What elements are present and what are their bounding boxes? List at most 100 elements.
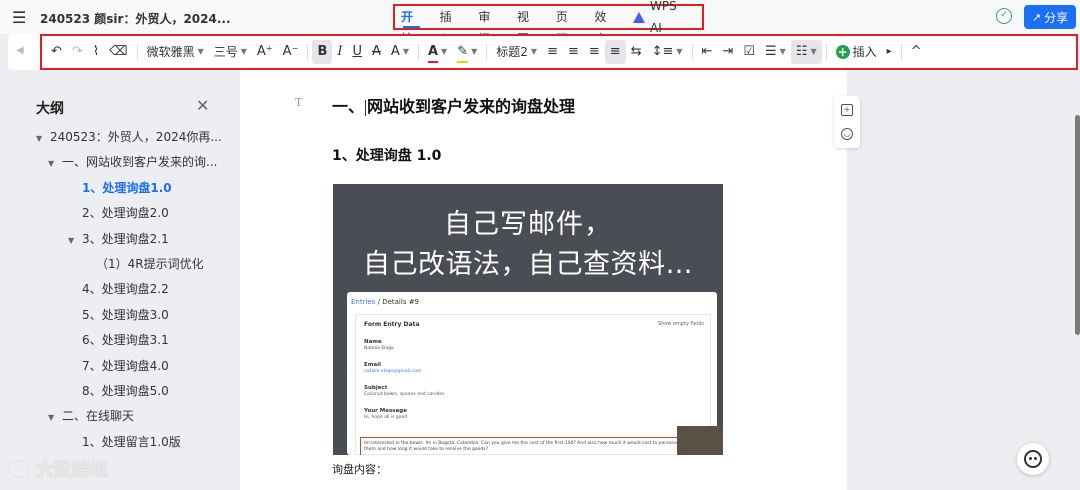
- outline-item[interactable]: ▼ 3、处理询盘2.1: [68, 230, 169, 248]
- tab-insert[interactable]: 插入: [440, 6, 461, 46]
- strikethrough-button[interactable]: A: [367, 40, 386, 64]
- bullet-list-button[interactable]: ☰ ▼: [760, 40, 791, 64]
- outline-item[interactable]: 4、处理询盘2.2: [82, 280, 169, 298]
- align-right-button[interactable]: ≡: [584, 40, 605, 64]
- watermark-logo-icon: [8, 460, 30, 478]
- body-paragraph[interactable]: 询盘内容：: [332, 461, 387, 477]
- heading-1[interactable]: 一、 网站收到客户发来的询盘处理: [332, 93, 575, 117]
- outline-item[interactable]: 7、处理询盘4.0: [82, 357, 169, 375]
- add-comment-icon[interactable]: +: [841, 104, 853, 116]
- italic-button[interactable]: I: [332, 40, 347, 64]
- outline-item[interactable]: 2、处理询盘2.0: [82, 204, 169, 222]
- align-left-button[interactable]: ≡: [542, 40, 563, 64]
- distribute-button[interactable]: ⇆: [626, 40, 647, 64]
- format-painter-button[interactable]: ⌇: [88, 40, 104, 64]
- redo-button[interactable]: ↷: [67, 40, 88, 64]
- document-title[interactable]: 240523 颜sir：外贸人，2024...: [40, 10, 231, 27]
- field-value: Coconut bowls, spoons and candles: [364, 392, 445, 397]
- text-cursor: [365, 99, 367, 116]
- outline-item[interactable]: 5、处理询盘3.0: [82, 306, 169, 324]
- field-label: Your Message: [364, 408, 407, 414]
- line-spacing-button[interactable]: ↕≡ ▼: [647, 40, 688, 64]
- outline-item-label: 二、在线聊天: [62, 409, 135, 424]
- tab-wps-ai[interactable]: WPS AI: [633, 0, 684, 35]
- expand-triangle-icon[interactable]: ▼: [48, 155, 56, 173]
- chevron-down-icon: ▼: [240, 47, 247, 56]
- outline-item[interactable]: （1）4R提示词优化: [96, 255, 204, 273]
- formatting-toolbar: ↶ ↷ ⌇ ⌫ 微软雅黑 ▼ 三号 ▼ A⁺ A⁻ B I U A A ▼ A ▼ ✎ ▼…: [40, 34, 1078, 70]
- image-headline-1: 自己写邮件，: [444, 209, 612, 240]
- assistant-icon[interactable]: [1017, 443, 1049, 475]
- outline-item[interactable]: 1、处理询盘1.0: [82, 179, 172, 197]
- tab-review[interactable]: 审阅: [478, 6, 499, 46]
- menu-icon[interactable]: ☰: [12, 8, 26, 27]
- chevron-down-icon: ▼: [810, 47, 817, 56]
- outline-item-label: 7、处理询盘4.0: [82, 358, 169, 373]
- vertical-scrollbar[interactable]: [1075, 115, 1080, 335]
- scroll-left-icon[interactable]: ◀: [16, 45, 24, 56]
- outline-item[interactable]: ▼ 240523：外贸人，2024你再...: [36, 128, 222, 146]
- text-effect-button[interactable]: A ▼: [386, 40, 414, 64]
- tab-view[interactable]: 视图: [517, 6, 538, 46]
- chevron-down-icon: ▼: [530, 47, 538, 56]
- field-label: Email: [364, 362, 381, 368]
- outdent-button[interactable]: ⇤: [697, 40, 718, 64]
- expand-triangle-icon[interactable]: ▼: [68, 232, 76, 250]
- outline-item-label: 一、网站收到客户发来的询...: [62, 155, 218, 170]
- undo-button[interactable]: ↶: [46, 40, 67, 64]
- checkbox-list-button[interactable]: ☑: [738, 40, 760, 64]
- toolbar-divider: [825, 44, 827, 60]
- justify-button[interactable]: ≡: [604, 40, 626, 64]
- outline-item[interactable]: 8、处理询盘5.0: [82, 382, 169, 400]
- outline-panel: 大纲 ✕ ▼ 240523：外贸人，2024你再... ▼ 一、网站收到客户发来的询.…: [0, 86, 238, 490]
- style-select[interactable]: 标题2 ▼: [491, 40, 542, 64]
- font-family-select[interactable]: 微软雅黑 ▼: [142, 40, 209, 64]
- tab-page[interactable]: 页面: [556, 6, 577, 46]
- bold-button[interactable]: B: [312, 40, 333, 64]
- expand-triangle-icon[interactable]: ▼: [36, 130, 44, 148]
- highlighter-icon: ✎: [457, 40, 468, 64]
- main-tab-bar: 开始 插入 审阅 视图 页面 效率 WPS AI: [393, 0, 704, 46]
- outline-item-label: 240523：外贸人，2024你再...: [50, 130, 222, 144]
- expand-triangle-icon[interactable]: ▼: [48, 409, 56, 427]
- font-size-select[interactable]: 三号 ▼: [209, 40, 252, 64]
- outline-item[interactable]: 6、处理询盘3.1: [82, 331, 169, 349]
- underline-button[interactable]: U: [348, 40, 368, 64]
- emoji-icon[interactable]: ◡: [841, 128, 853, 140]
- outline-item-label: 3、处理询盘2.1: [82, 231, 169, 246]
- embedded-image[interactable]: 自己写邮件， 自己改语法，自己查资料… Entries / Details #9…: [333, 184, 723, 455]
- text-style-icon[interactable]: T: [295, 96, 302, 109]
- share-button[interactable]: ↗ 分享: [1024, 5, 1076, 29]
- outline-item-label: 4、处理询盘2.2: [82, 282, 169, 297]
- close-icon[interactable]: ✕: [196, 96, 209, 115]
- tab-home[interactable]: 开始: [401, 6, 422, 46]
- numbered-list-button[interactable]: ☷ ▼: [790, 40, 822, 64]
- outline-title: 大纲: [36, 101, 64, 117]
- chevron-down-icon: ▼: [779, 47, 786, 56]
- font-color-button[interactable]: A ▼: [423, 40, 452, 64]
- heading-2[interactable]: 1、处理询盘 1.0: [332, 145, 441, 165]
- clear-format-button[interactable]: ⌫: [104, 40, 132, 64]
- collapse-ribbon-button[interactable]: ^: [906, 40, 927, 64]
- tab-efficiency[interactable]: 效率: [594, 6, 615, 46]
- outline-item-label: 1、处理询盘1.0: [82, 180, 172, 195]
- form-entry-screenshot: Entries / Details #9 Form Entry Data Sho…: [347, 292, 717, 455]
- breadcrumb: Entries / Details #9: [351, 298, 420, 306]
- chevron-down-icon: ▼: [471, 47, 478, 56]
- toolbar-divider: [691, 44, 693, 60]
- grow-font-button[interactable]: A⁺: [252, 40, 278, 64]
- ribbon: ◀ ↶ ↷ ⌇ ⌫ 微软雅黑 ▼ 三号 ▼ A⁺ A⁻ B I U A A ▼ A ▼ …: [8, 34, 1078, 70]
- shrink-font-button[interactable]: A⁻: [278, 40, 304, 64]
- cloud-saved-icon[interactable]: ✓: [996, 8, 1012, 24]
- wps-ai-icon: [633, 11, 646, 23]
- align-center-button[interactable]: ≡: [563, 40, 584, 64]
- chevron-down-icon: ▼: [676, 47, 683, 56]
- indent-button[interactable]: ⇥: [717, 40, 738, 64]
- insert-button[interactable]: + 插入: [831, 40, 882, 64]
- outline-item[interactable]: ▼ 一、网站收到客户发来的询...: [48, 153, 217, 171]
- more-tools-button[interactable]: ▸: [882, 40, 897, 64]
- toolbar-divider: [900, 44, 902, 60]
- outline-item[interactable]: ▼ 二、在线聊天: [48, 407, 134, 425]
- outline-item[interactable]: 1、处理留言1.0版: [82, 433, 181, 451]
- highlight-button[interactable]: ✎ ▼: [452, 40, 482, 64]
